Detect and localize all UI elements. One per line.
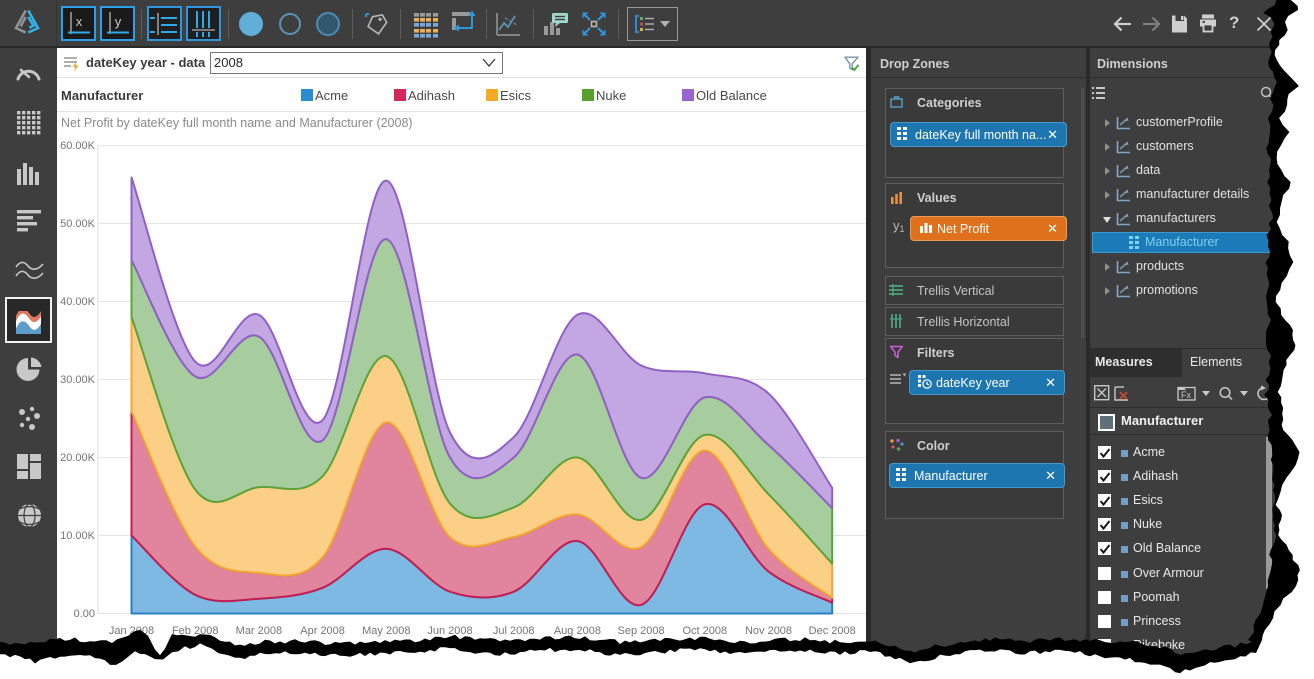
svg-text:Nov 2008: Nov 2008 — [745, 625, 792, 637]
svg-text:Jul 2008: Jul 2008 — [493, 625, 535, 637]
svg-text:x: x — [76, 14, 83, 29]
svg-text:Dec 2008: Dec 2008 — [809, 625, 856, 637]
svg-text:Jan 2008: Jan 2008 — [109, 625, 154, 637]
svg-text:Mar 2008: Mar 2008 — [236, 625, 282, 637]
svg-text:20.00K: 20.00K — [60, 452, 96, 464]
svg-text:Aug 2008: Aug 2008 — [554, 625, 601, 637]
svg-text:Jun 2008: Jun 2008 — [427, 625, 472, 637]
svg-text:Sep 2008: Sep 2008 — [618, 625, 665, 637]
svg-text:30.00K: 30.00K — [60, 374, 96, 386]
svg-text:40.00K: 40.00K — [60, 296, 96, 308]
svg-text:0.00: 0.00 — [74, 608, 95, 620]
svg-text:Apr 2008: Apr 2008 — [300, 625, 345, 637]
svg-text:Fx: Fx — [1181, 390, 1191, 400]
svg-text:50.00K: 50.00K — [60, 218, 96, 230]
svg-text:Feb 2008: Feb 2008 — [172, 625, 218, 637]
svg-text:10.00K: 10.00K — [60, 530, 96, 542]
svg-text:Oct 2008: Oct 2008 — [682, 625, 727, 637]
svg-text:60.00K: 60.00K — [60, 140, 96, 152]
svg-text:y: y — [115, 14, 122, 29]
svg-text:May 2008: May 2008 — [362, 625, 410, 637]
